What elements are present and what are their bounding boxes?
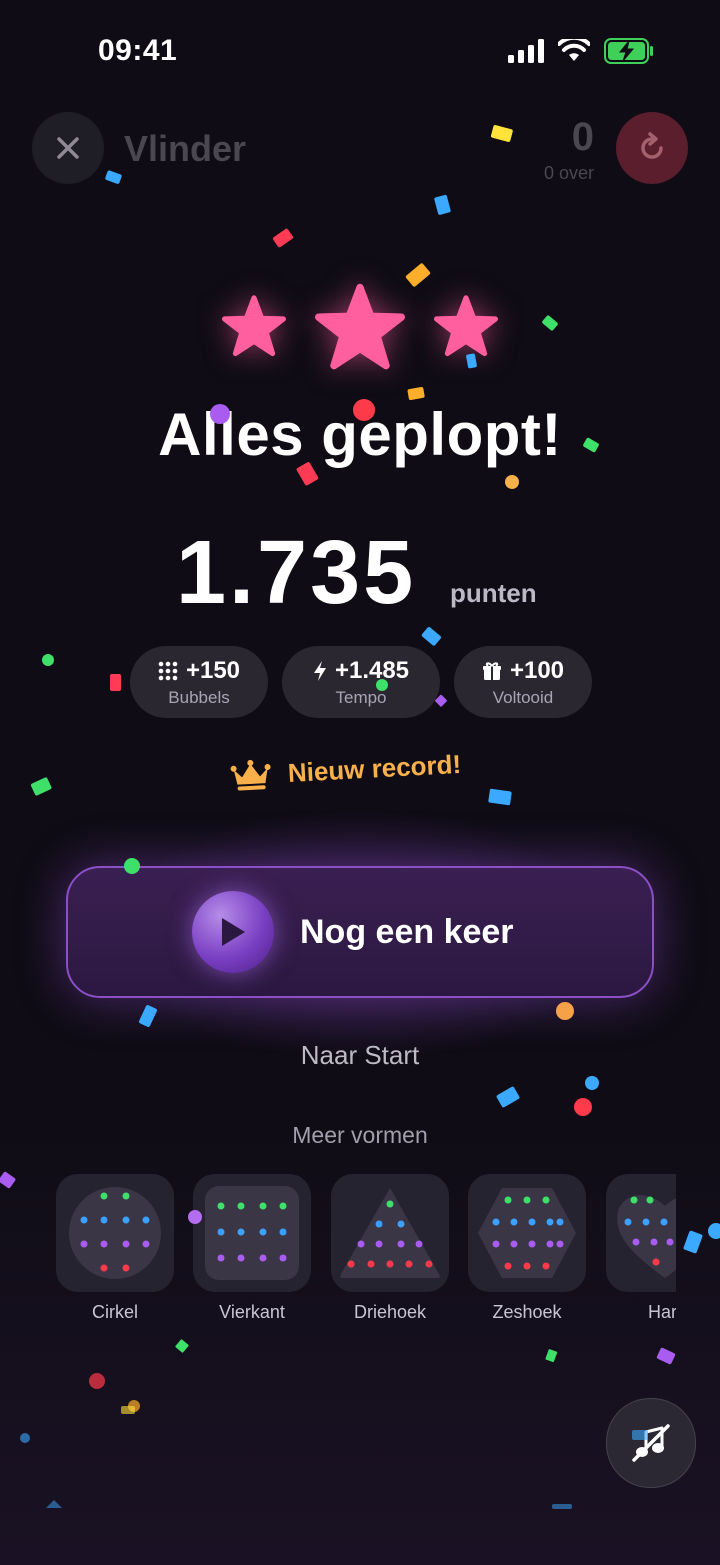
restart-button[interactable]	[616, 112, 688, 184]
remaining-label: 0 over	[543, 163, 594, 183]
star-icon	[222, 295, 286, 357]
breakdown-value: +150	[185, 656, 241, 684]
breakdown-label: Bubbels	[168, 687, 230, 707]
sound-toggle-button[interactable]	[606, 1398, 696, 1488]
shape-name: Zeshoek	[492, 1302, 562, 1322]
heart-shape-icon	[617, 1195, 676, 1278]
shape-card-hexagon[interactable]: Zeshoek	[468, 1174, 586, 1323]
score-breakdown: +150 Bubbels +1.485 Tempo +100 Voltooid	[130, 646, 592, 718]
shape-card-triangle[interactable]: Driehoek	[331, 1174, 449, 1323]
shape-card-heart[interactable]: Hart	[606, 1174, 676, 1323]
shapes-carousel[interactable]: Cirkel Vierkant Driehoek Zeshoek Har	[56, 1174, 676, 1334]
breakdown-label: Voltooid	[492, 687, 554, 707]
game-title: Vlinder	[124, 128, 247, 169]
shape-name: Vierkant	[219, 1302, 285, 1322]
shape-thumbnail	[56, 1174, 174, 1292]
breakdown-label: Tempo	[335, 687, 387, 707]
remaining-count: 0	[571, 115, 594, 159]
triangle-shape-icon	[340, 1188, 440, 1278]
signal-icon	[508, 39, 544, 63]
lightning-icon	[313, 660, 326, 681]
breakdown-chip-completed: +100 Voltooid	[454, 646, 592, 718]
shape-name: Cirkel	[91, 1302, 138, 1322]
star-rating	[0, 282, 720, 372]
status-bar: 09:41	[0, 0, 720, 100]
battery-charging-icon	[604, 38, 653, 64]
star-icon	[434, 295, 498, 357]
square-shape-icon	[205, 1186, 299, 1280]
restart-icon	[641, 132, 663, 159]
shape-card-square[interactable]: Vierkant	[193, 1174, 311, 1323]
more-shapes-title: Meer vormen	[292, 1122, 428, 1148]
grid-icon	[158, 661, 178, 680]
shape-card-circle[interactable]: Cirkel	[56, 1174, 174, 1323]
home-link[interactable]: Naar Start	[0, 1040, 720, 1071]
breakdown-chip-tempo: +1.485 Tempo	[282, 646, 440, 718]
shape-thumbnail	[468, 1174, 586, 1292]
wifi-icon	[558, 39, 590, 61]
breakdown-chip-bubbles: +150 Bubbels	[130, 646, 268, 718]
star-icon	[315, 283, 405, 370]
shape-thumbnail	[606, 1174, 676, 1292]
breakdown-value: +100	[509, 656, 565, 684]
close-button[interactable]	[32, 112, 104, 184]
shape-name: Hart	[647, 1302, 676, 1322]
score-value: 1.735	[176, 523, 417, 623]
result-headline: Alles geplopt!	[158, 401, 562, 468]
shape-thumbnail	[193, 1174, 311, 1292]
gift-icon	[482, 661, 501, 680]
score-unit: punten	[450, 578, 537, 608]
circle-shape-icon	[69, 1187, 161, 1279]
close-icon	[57, 137, 79, 159]
play-again-button[interactable]: Nog een keer	[66, 866, 654, 998]
score-display: 1.735 punten	[0, 522, 720, 623]
crown-icon	[230, 759, 271, 791]
breakdown-value: +1.485	[334, 656, 410, 684]
play-orb	[192, 891, 274, 973]
sound-off-icon	[632, 1424, 670, 1462]
shape-thumbnail	[331, 1174, 449, 1292]
status-time: 09:41	[98, 34, 178, 67]
play-again-label: Nog een keer	[300, 912, 514, 951]
hexagon-shape-icon	[478, 1188, 576, 1278]
status-icons	[508, 38, 654, 64]
remaining-counter: 0 0 over	[544, 115, 594, 184]
play-icon	[222, 918, 245, 946]
shape-name: Driehoek	[353, 1302, 427, 1322]
